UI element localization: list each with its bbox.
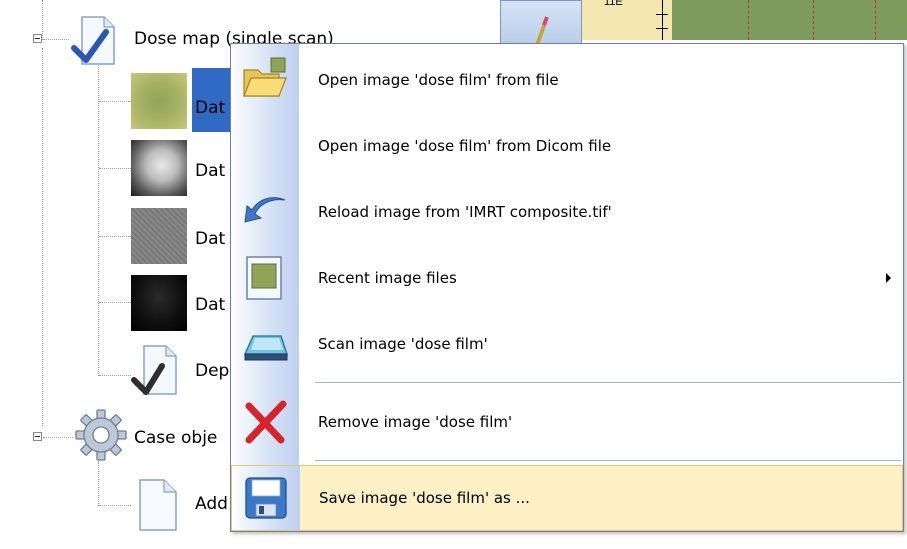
menu-item-label: Open image 'dose film' from file bbox=[318, 71, 559, 89]
folder-open-icon bbox=[243, 57, 287, 97]
submenu-arrow-icon bbox=[886, 273, 891, 283]
film-thumbnail-dark bbox=[131, 275, 187, 331]
image-file-icon bbox=[246, 256, 282, 300]
film-thumbnail-noise bbox=[131, 208, 187, 264]
pencil-icon bbox=[535, 16, 549, 46]
toolbar-button[interactable] bbox=[500, 0, 582, 48]
reload-arrow-icon bbox=[244, 197, 286, 223]
menu-item-scan-image[interactable]: Scan image 'dose film' bbox=[231, 311, 903, 377]
menu-item-label: Scan image 'dose film' bbox=[318, 335, 488, 353]
tree-node-dataset-4[interactable]: Dat bbox=[195, 295, 225, 315]
tree-node-dataset-2[interactable]: Dat bbox=[195, 161, 225, 181]
document-icon bbox=[139, 479, 177, 531]
context-menu: Open image 'dose film' from file Open im… bbox=[230, 43, 904, 532]
film-thumbnail-color bbox=[131, 73, 187, 129]
menu-item-label: Open image 'dose film' from Dicom file bbox=[318, 137, 612, 155]
tree-node-dataset-3[interactable]: Dat bbox=[195, 229, 225, 249]
collapse-toggle[interactable] bbox=[33, 432, 42, 441]
menu-item-label: Reload image from 'IMRT composite.tif' bbox=[318, 203, 612, 221]
document-check-icon bbox=[71, 16, 115, 65]
menu-item-remove-image[interactable]: Remove image 'dose film' bbox=[231, 389, 903, 455]
dose-image-canvas[interactable] bbox=[672, 0, 907, 40]
menu-item-open-from-dicom[interactable]: Open image 'dose film' from Dicom file bbox=[231, 113, 903, 179]
gear-icon bbox=[75, 409, 127, 461]
collapse-toggle[interactable] bbox=[33, 34, 42, 43]
menu-item-label: Recent image files bbox=[318, 269, 457, 287]
ruler-label: 11E bbox=[604, 0, 623, 8]
menu-item-label: Save image 'dose film' as ... bbox=[319, 489, 530, 507]
menu-item-save-image-as[interactable]: Save image 'dose film' as ... bbox=[231, 465, 903, 531]
tree-node-case-objects[interactable]: Case obje bbox=[134, 428, 217, 448]
menu-separator bbox=[315, 460, 901, 461]
menu-separator bbox=[315, 382, 901, 383]
red-x-icon bbox=[245, 400, 287, 444]
film-thumbnail-gray bbox=[131, 140, 187, 196]
menu-item-recent-image-files[interactable]: Recent image files bbox=[231, 245, 903, 311]
tree-node-add[interactable]: Add bbox=[195, 494, 228, 514]
ruler-area: 11E bbox=[582, 0, 672, 40]
scanner-icon bbox=[243, 335, 288, 361]
tree-node-dataset-1[interactable]: Dat bbox=[195, 98, 225, 118]
document-check-icon bbox=[131, 345, 177, 395]
menu-item-label: Remove image 'dose film' bbox=[318, 413, 513, 431]
tree-node-dependency[interactable]: Dep bbox=[195, 361, 229, 381]
menu-item-reload-image[interactable]: Reload image from 'IMRT composite.tif' bbox=[231, 179, 903, 245]
menu-item-open-from-file[interactable]: Open image 'dose film' from file bbox=[231, 47, 903, 113]
floppy-disk-icon bbox=[245, 477, 287, 519]
